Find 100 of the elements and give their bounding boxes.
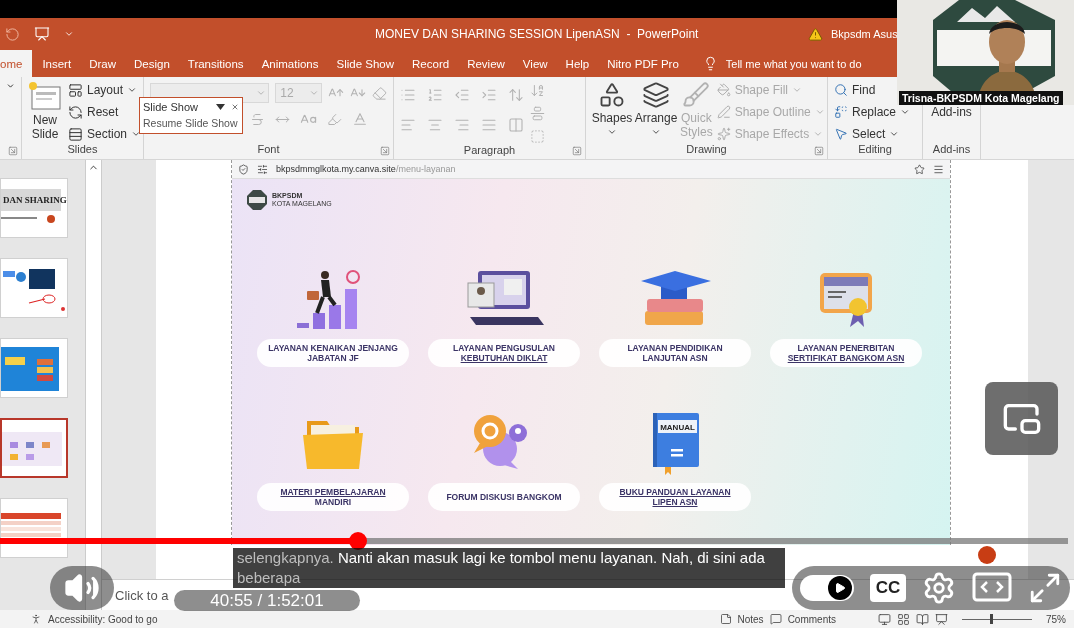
smartart-icon [530,129,545,144]
reading-view-icon [916,612,929,626]
ribbon-tab[interactable]: Animations [253,50,327,77]
autoplay-toggle[interactable] [799,575,854,601]
accessibility-icon [30,613,42,625]
text-direction-icon [530,83,545,98]
ribbon-tab[interactable]: Design [126,50,178,77]
notes-icon [719,613,732,625]
site-settings-icon [257,163,268,175]
service-link[interactable]: MATERI PEMBELAJARAN MANDIRI [257,483,409,511]
pointer-icon [834,127,848,141]
ribbon-tab[interactable]: ome [0,50,33,77]
presenter-icon [34,26,50,42]
ribbon-button[interactable]: Section [68,125,142,143]
ribbon-tab[interactable]: Draw [81,50,124,77]
slideshow-view-icon [935,612,948,626]
ribbon-tab[interactable]: Record [404,50,458,77]
group-label: Paragraph [463,144,516,158]
picture-in-picture-button[interactable] [985,382,1058,455]
play-icon [833,582,846,594]
ribbon-button[interactable]: Shapes [592,81,632,143]
bookmark-star-icon [914,163,925,175]
replace-icon [834,105,848,119]
fullscreen-icon[interactable] [1028,571,1062,605]
ribbon-button[interactable]: Select [834,125,900,143]
paint-bucket-icon [716,83,731,97]
columns-icon [508,117,524,133]
user-name[interactable]: Bkpsdm Asus [831,28,898,40]
captions-button[interactable]: CC [869,574,907,602]
font-color-icon [352,111,368,127]
caret-icon [6,81,15,91]
service-link[interactable]: LAYANAN PENGUSULAN KEBUTUHAN DIKLAT [428,339,580,367]
time-display: 40:55 / 1:52:01 [174,590,360,611]
caret-icon [814,107,825,117]
tell-me-field[interactable]: Tell me what you want to do [725,57,868,70]
logo-icon [246,189,268,211]
resume-slide-show-link[interactable]: Resume Slide Show [143,117,238,130]
caret-icon [607,127,617,137]
comments-button[interactable]: Comments [787,613,836,625]
search-icon [834,83,848,97]
service-link[interactable]: LAYANAN KENAIKAN JENJANG JABATAN JF [257,339,409,367]
service-link[interactable]: LAYANAN PENERBITAN SERTIFIKAT BANGKOM ASN [770,339,922,367]
ribbon-tab[interactable]: Review [459,50,513,77]
new-slide-button[interactable]: New Slide [28,81,62,143]
caret-icon [131,129,142,139]
ribbon-tab[interactable]: Transitions [179,50,252,77]
numbering-icon [427,87,443,103]
caret-icon [256,88,267,98]
group-label: Editing [858,143,892,157]
launcher-icon [8,146,18,156]
accessibility-status[interactable]: Accessibility: Good to go [48,613,158,625]
line-spacing-icon [508,87,524,103]
align-right-icon [454,117,470,133]
service-link[interactable]: BUKU PANDUAN LAYANAN LIPEN ASN [599,483,751,511]
align-left-icon [400,117,416,133]
add-ins-button[interactable]: Add-ins [931,103,972,121]
bullets-icon [400,87,416,103]
launcher-icon [814,146,824,156]
caret-icon [889,129,900,139]
warning-icon [808,26,823,42]
caret-icon [792,85,803,95]
pen-icon [716,105,731,119]
ribbon-tab[interactable]: View [514,50,556,77]
ribbon-button[interactable]: Layout [68,81,138,99]
close-icon[interactable] [231,102,239,111]
justify-icon [481,117,497,133]
caret-icon [309,88,319,98]
window-title: MONEV DAN SHARING SESSION LipenASN - PowerPoint [375,27,699,41]
decrease-indent-icon [454,87,470,103]
ribbon-tab[interactable]: Insert [34,50,80,77]
service-link[interactable]: FORUM DISKUSI BANGKOM [428,483,580,511]
redo-icon [5,26,20,42]
arrange-icon [642,81,670,109]
ribbon-tab[interactable]: Slide Show [328,50,403,77]
zoom-level[interactable]: 75% [1046,613,1066,625]
service-link[interactable]: LAYANAN PENDIDIKAN LANJUTAN ASN [599,339,751,367]
customize-icon[interactable] [64,29,74,39]
clear-format-icon [372,85,387,101]
slide-thumbnail[interactable]: DAN SHARING [0,178,68,238]
comments-icon [769,613,782,625]
notes-button[interactable]: Notes [737,613,764,625]
slide-thumbnail[interactable] [0,418,68,478]
highlighter-icon [327,111,342,127]
ribbon-button[interactable]: Replace [834,103,911,121]
caret-icon [651,127,661,137]
ribbon-tab[interactable]: Help [557,50,598,77]
ribbon-tab[interactable]: Nitro PDF Pro [599,50,687,77]
strikethrough-icon [250,111,265,127]
ribbon-button[interactable]: Arrange [636,81,676,143]
caret-icon [127,85,138,95]
group-label: Add-ins [932,143,971,157]
volume-button[interactable] [50,566,114,610]
ribbon-button[interactable]: Reset [68,103,119,121]
align-text-icon [530,106,545,121]
theater-mode-icon[interactable] [972,572,1013,604]
ribbon-button[interactable]: Find [834,81,876,99]
sparkles-icon [716,127,731,141]
notes-placeholder[interactable]: Click to a [115,587,169,603]
slide-sorter-icon [897,612,910,626]
new-slide-icon [28,81,62,111]
